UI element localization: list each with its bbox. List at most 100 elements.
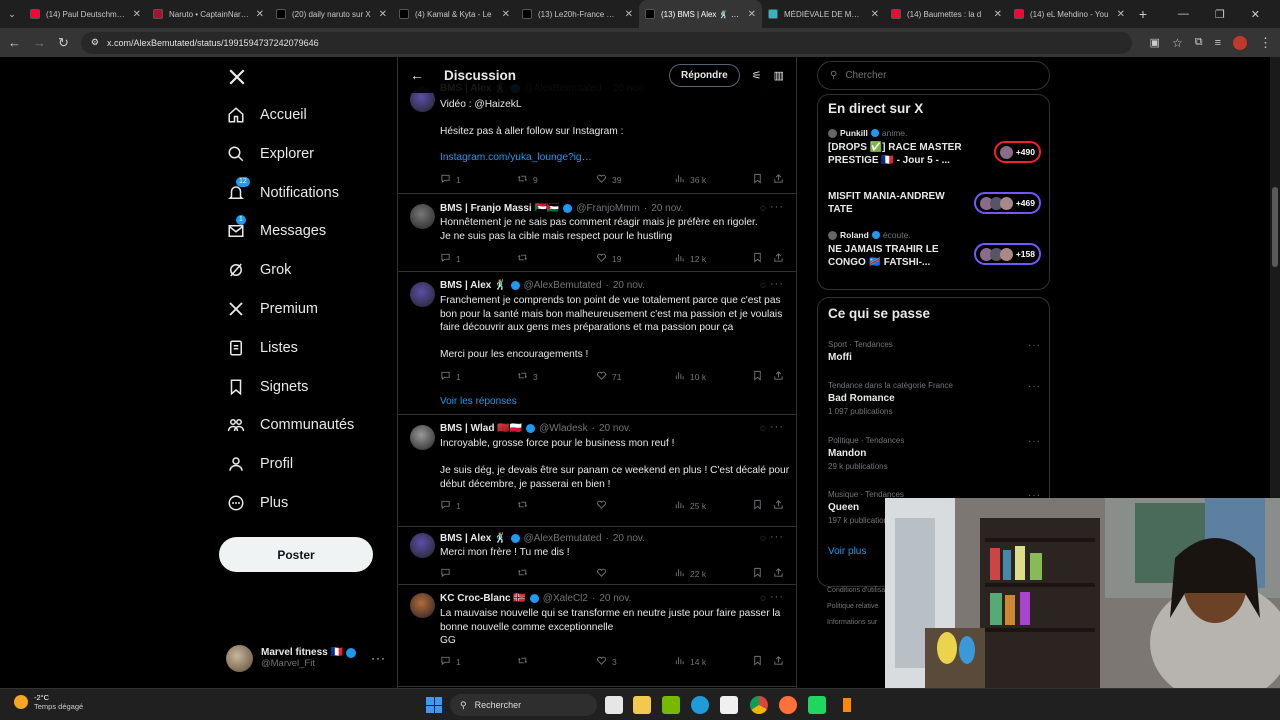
tweet[interactable]: BMS | Franjo Massi 🇸🇩🇵🇸 @FranjoMmm · 20 … [398,194,796,272]
filter-settings-icon[interactable]: ⚟ [752,69,762,82]
share-action[interactable] [773,252,784,263]
share-action[interactable] [773,655,784,666]
vlc-icon[interactable] [838,696,856,714]
views-action[interactable]: 25 k [674,499,706,512]
nav-item-notifications[interactable]: 12 Notifications [226,176,339,203]
like-action[interactable]: 3 [596,655,617,668]
start-button[interactable] [426,697,442,713]
tweet-more-icon[interactable]: ··· [770,201,784,213]
share-action[interactable] [773,173,784,184]
live-listeners-pill[interactable]: +469 [973,192,1041,214]
browser-tab[interactable]: (4) Kamal & Kyta - Le ✕ [393,0,516,28]
reply-action[interactable]: 1 [440,173,461,186]
like-action[interactable]: 39 [596,173,621,186]
browser-tab[interactable]: (13) Le20h-France Télé ✕ [516,0,639,28]
grok-explain-icon[interactable]: ◌ [760,203,766,214]
bookmark-action[interactable] [752,173,763,184]
retweet-action[interactable]: 3 [517,370,538,383]
tweet-avatar[interactable] [410,593,435,618]
views-action[interactable]: 22 k [674,567,706,580]
tweet-author-handle[interactable]: @FranjoMmm [576,203,640,214]
tweet-author-name[interactable]: BMS | Alex 🕺 [440,280,507,291]
bookmark-action[interactable] [752,567,763,578]
back-arrow-icon[interactable]: ← [410,67,424,83]
views-action[interactable]: 14 k [674,655,706,668]
tweet[interactable]: BMS | Alex 🕺 @AlexBemutated · 20 nov. ◌ … [398,77,796,194]
chrome-icon[interactable] [750,696,768,714]
browser-tab[interactable]: (20) daily naruto sur X ✕ [270,0,393,28]
site-info-icon[interactable]: ⚙ [91,37,99,48]
tweet-author-handle[interactable]: @XaleCl2 [543,593,588,604]
reply-action[interactable]: 1 [440,499,461,512]
tweet-date[interactable]: 20 nov. [599,423,631,434]
share-action[interactable] [773,499,784,510]
nav-item-signets[interactable]: Signets [226,377,308,397]
share-action[interactable] [773,370,784,381]
tab-search-chevron-icon[interactable]: ⌄ [0,0,24,28]
live-space-item[interactable]: Punkill anime. [DROPS ✅] RACE MASTER PRES… [828,128,1041,167]
retweet-action[interactable] [517,499,533,512]
reader-view-icon[interactable]: ▥ [774,69,784,82]
scrollbar-thumb[interactable] [1272,187,1278,267]
show-more-link[interactable]: Voir plus [828,546,866,557]
tweet-avatar[interactable] [410,533,435,558]
browser-tab[interactable]: (14) Paul Deutschmann ✕ [24,0,147,28]
views-action[interactable]: 12 k [674,252,706,265]
live-listeners-pill[interactable]: +158 [973,243,1041,265]
tab-close-icon[interactable]: ✕ [379,9,387,20]
tab-close-icon[interactable]: ✕ [1117,9,1125,20]
task-view-icon[interactable] [605,696,623,714]
nav-item-premium[interactable]: Premium [226,299,318,319]
tweet[interactable]: BMS | Alex 🕺 @AlexBemutated · 20 nov. ◌ … [398,527,796,585]
trend-item[interactable]: Tendance dans la catégorie France Bad Ro… [828,381,1041,416]
app-green-icon[interactable] [808,696,826,714]
tweet-more-icon[interactable]: ··· [770,421,784,433]
tweet-author-handle[interactable]: @AlexBemutated [524,533,602,544]
browser-menu-icon[interactable]: ⋮ [1259,35,1272,51]
tab-close-icon[interactable]: ✕ [502,9,510,20]
live-space-item[interactable]: Roland écoute. NE JAMAIS TRAHIR LE CONGO … [828,230,1041,269]
tweet-author-handle[interactable]: @Wladesk [539,423,588,434]
tweet-avatar[interactable] [410,425,435,450]
views-action[interactable]: 10 k [674,370,706,383]
like-action[interactable] [596,499,612,512]
bookmark-action[interactable] [752,655,763,666]
reply-button[interactable]: Répondre [669,63,740,87]
tab-close-icon[interactable]: ✕ [871,9,879,20]
tab-close-icon[interactable]: ✕ [748,9,756,20]
retweet-action[interactable] [517,655,533,668]
like-action[interactable] [596,567,612,580]
bookmark-action[interactable] [752,370,763,381]
tab-close-icon[interactable]: ✕ [133,9,141,20]
retweet-action[interactable] [517,252,533,265]
install-app-icon[interactable]: ▣ [1150,36,1160,49]
retweet-action[interactable]: 9 [517,173,538,186]
trend-item[interactable]: Sport · Tendances Moffi ··· [828,340,1041,363]
tweet-more-icon[interactable]: ··· [770,278,784,290]
account-more-icon[interactable]: ··· [371,651,386,665]
tweet-date[interactable]: 20 nov. [651,203,683,214]
tab-close-icon[interactable]: ✕ [994,9,1002,20]
browser-tab[interactable]: (14) Baumettes : la d ✕ [885,0,1008,28]
bookmark-star-icon[interactable]: ☆ [1172,36,1183,50]
profile-avatar-icon[interactable] [1233,35,1247,50]
tweet-author-name[interactable]: BMS | Wlad 🇲🇦🇵🇱 [440,423,522,434]
bookmark-action[interactable] [752,499,763,510]
store-icon[interactable] [720,696,738,714]
grok-explain-icon[interactable]: ◌ [760,593,766,604]
views-action[interactable]: 36 k [674,173,706,186]
tweet-avatar[interactable] [410,204,435,229]
nav-item-plus[interactable]: Plus [226,493,288,513]
nav-item-profil[interactable]: Profil [226,454,293,474]
tweet-date[interactable]: 20 nov. [613,280,645,291]
live-space-item[interactable]: MISFIT MANIA-ANDREW TATE +469 [828,187,1041,216]
nav-item-explorer[interactable]: Explorer [226,144,314,164]
tab-close-icon[interactable]: ✕ [625,9,633,20]
reply-action[interactable]: 1 [440,370,461,383]
x-logo-icon[interactable] [228,68,246,86]
like-action[interactable]: 19 [596,252,621,265]
edge-icon[interactable] [691,696,709,714]
search-box[interactable]: ⚲ Chercher [817,61,1050,90]
tweet-more-icon[interactable]: ··· [770,531,784,543]
reload-icon[interactable]: ↻ [58,35,69,51]
